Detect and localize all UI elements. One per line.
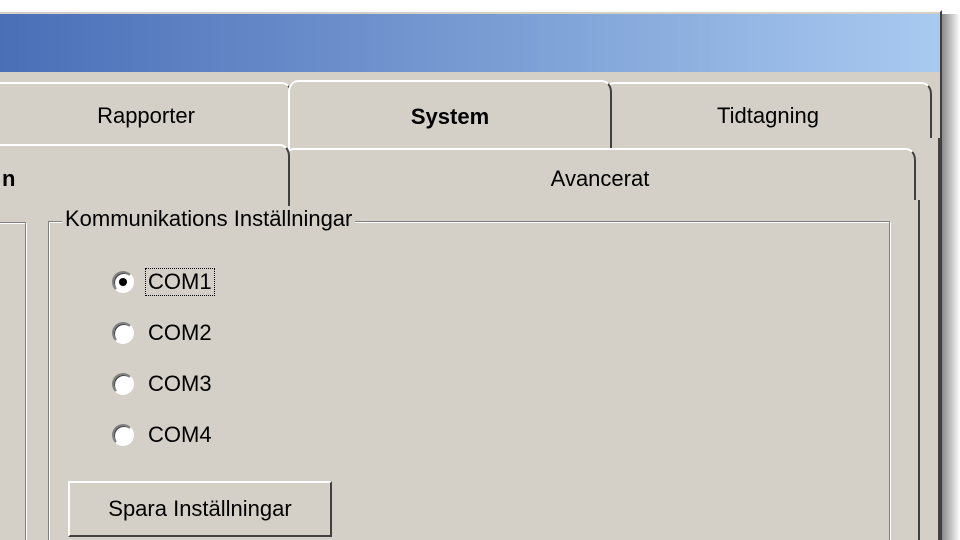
tab-system[interactable]: System [288, 80, 612, 152]
radio-com4-label: COM4 [148, 422, 212, 447]
save-settings-button[interactable]: Spara Inställningar [68, 481, 332, 537]
tab-sub-current[interactable]: n [0, 144, 290, 212]
radio-com4[interactable]: COM4 [112, 417, 214, 453]
radio-button-icon[interactable] [112, 373, 134, 395]
radio-com1-label: COM1 [145, 268, 215, 296]
save-settings-button-label: Spara Inställningar [108, 496, 292, 521]
window-titlebar[interactable] [0, 14, 940, 72]
communications-group-title: Kommunikations Inställningar [62, 206, 356, 232]
radio-button-icon[interactable] [112, 322, 134, 344]
tab-avancerat-label: Avancerat [550, 166, 650, 191]
radio-button-icon[interactable] [112, 271, 134, 293]
tab-avancerat[interactable]: Avancerat [284, 148, 916, 208]
tab-system-label: System [410, 104, 490, 129]
radio-com3[interactable]: COM3 [112, 366, 214, 402]
radio-com2-label: COM2 [148, 320, 212, 345]
radio-com2[interactable]: COM2 [112, 315, 214, 351]
tab-tidtagning-label: Tidtagning [717, 103, 819, 128]
radio-com3-label: COM3 [148, 371, 212, 396]
radio-com1[interactable]: COM1 [112, 264, 215, 300]
tab-sub-current-label: n [2, 166, 16, 191]
tab-rapporter-label: Rapporter [97, 103, 195, 128]
window-shadow [942, 14, 960, 540]
left-groupbox-edge [0, 222, 26, 540]
radio-button-icon[interactable] [112, 424, 134, 446]
